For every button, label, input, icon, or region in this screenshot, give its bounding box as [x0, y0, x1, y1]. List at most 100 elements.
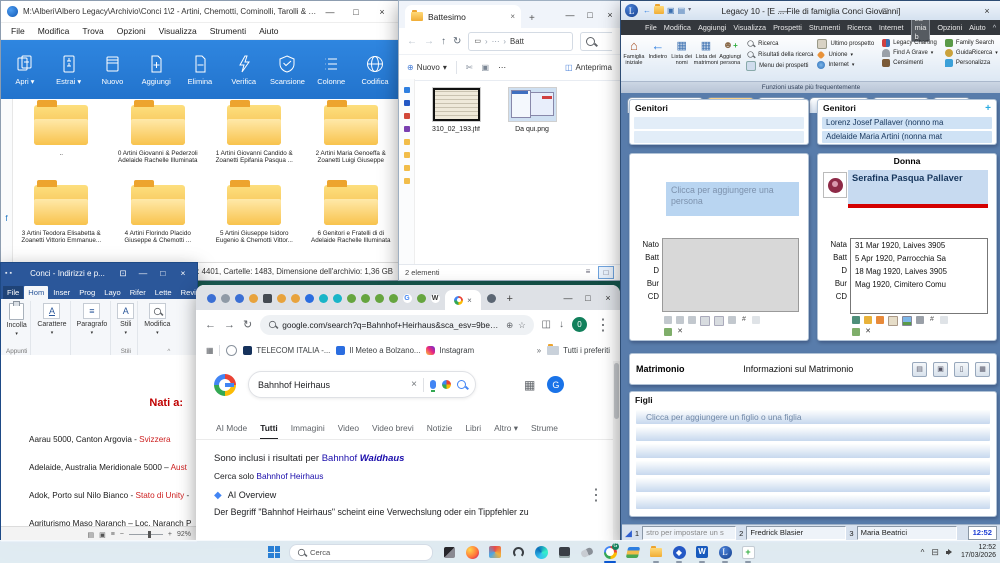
star-app-icon[interactable]: ◆ — [672, 545, 686, 559]
menu-ricerca[interactable]: Ricerca — [847, 23, 872, 32]
minimize-button[interactable]: — — [773, 1, 793, 20]
folder-item[interactable]: 0 Artini Giovanni & Pederzoli Adelaide R… — [112, 101, 205, 181]
folder-icon[interactable] — [404, 165, 410, 171]
side-panel-icon[interactable]: ◫ — [542, 319, 551, 330]
folder-item[interactable]: 4 Artini Florindo Placido Giuseppe & Che… — [112, 181, 205, 261]
search-icon[interactable] — [457, 380, 466, 389]
close-button[interactable]: × — [173, 263, 193, 283]
search-box[interactable] — [580, 32, 612, 51]
census-button[interactable]: Censimenti — [882, 59, 941, 67]
minimize-button[interactable]: — — [560, 1, 580, 28]
quick-access-dropdown-icon[interactable]: ▾ — [688, 6, 691, 15]
quick-access-toolbar[interactable]: ▪▪ — [5, 270, 14, 277]
file-item[interactable]: 310_02_193.jfif — [425, 87, 487, 265]
notes-icon[interactable] — [752, 316, 760, 324]
tab-mailings[interactable]: Lette — [151, 286, 176, 299]
refresh-icon[interactable]: ↻ — [453, 36, 461, 47]
taskbar-search[interactable]: Cerca — [289, 544, 433, 561]
green-plus-app-icon[interactable]: + — [741, 545, 755, 559]
pinned-tab[interactable] — [305, 294, 314, 303]
close-button[interactable]: × — [977, 1, 997, 20]
menu-file[interactable]: File — [645, 23, 657, 32]
included-results-link[interactable]: Bahnhof Waidhaus — [322, 453, 405, 464]
folder-icon[interactable] — [404, 139, 410, 145]
internet-button[interactable]: Internet ▾ — [817, 61, 878, 69]
maximize-button[interactable]: □ — [578, 285, 598, 310]
pinned-tab[interactable] — [375, 294, 384, 303]
pc-icon[interactable] — [404, 100, 410, 106]
list-view-button[interactable]: ≡ — [581, 266, 595, 277]
menu-modifica[interactable]: Modifica — [664, 23, 691, 32]
status-field-2[interactable]: Fredrick Blasier — [746, 526, 846, 540]
notes-icon[interactable] — [940, 316, 948, 324]
person-name[interactable]: Serafina Pasqua Pallaver — [848, 170, 988, 208]
close-button[interactable]: × — [598, 285, 618, 310]
child-slot[interactable] — [636, 478, 990, 492]
marriage-panel[interactable]: Matrimonio Informazioni sul Matrimonio ▤… — [629, 353, 997, 385]
more-options-icon[interactable]: ⋯ — [498, 63, 506, 72]
bookmark-icon[interactable]: ◢ — [625, 528, 632, 539]
more-options-icon[interactable]: ⋮ — [588, 485, 604, 505]
forward-icon[interactable]: → — [424, 36, 434, 47]
child-slot[interactable] — [636, 427, 990, 441]
close-button[interactable]: × — [600, 1, 620, 28]
chrome-icon[interactable]: G — [603, 545, 617, 559]
photos-app-icon[interactable] — [488, 545, 502, 559]
zoom-in-button[interactable]: + — [168, 531, 172, 538]
ribbon-options-icon[interactable]: ⊡ — [113, 263, 133, 283]
explorer-sidebar[interactable] — [399, 79, 415, 265]
apps-grid-icon[interactable]: ▦ — [206, 346, 213, 355]
archive-side-strip[interactable]: f — [1, 99, 13, 263]
pinned-tab[interactable] — [277, 294, 286, 303]
stack-app-icon[interactable] — [626, 545, 640, 559]
headphones-icon[interactable] — [511, 545, 525, 559]
last-report-button[interactable]: Ultimo prospetto — [817, 39, 878, 49]
maximize-button[interactable]: □ — [153, 263, 173, 283]
omnibox[interactable]: google.com/search?q=Bahnhof+Heirhaus&sca… — [260, 315, 533, 335]
alerts-icon[interactable] — [688, 316, 696, 324]
minimize-button[interactable]: — — [133, 263, 153, 283]
paste-button[interactable]: Incolla▾ — [7, 303, 27, 337]
report-menu-button[interactable]: Menu dei prospetti — [746, 61, 813, 71]
extract-button[interactable]: Estrai ▾ — [51, 40, 87, 100]
large-icons-view-button[interactable]: □ — [598, 266, 614, 279]
start-button[interactable] — [268, 546, 280, 558]
new-button[interactable]: ⊕Nuovo ▾ — [407, 63, 447, 72]
zoom-level[interactable]: 92% — [177, 531, 191, 538]
add-person-placeholder[interactable]: Clicca per aggiungere una persona — [666, 182, 799, 216]
bookmark-item[interactable]: Instagram — [426, 346, 474, 355]
preview-toggle[interactable]: ◫ Anteprima — [565, 63, 612, 72]
folder-item[interactable]: 5 Artini Giuseppe Isidoro Eugenio & Chem… — [208, 181, 301, 261]
test-button[interactable]: Verifica — [226, 40, 262, 100]
book-icon[interactable] — [700, 316, 710, 326]
tab-references[interactable]: Rifer — [126, 286, 150, 299]
tab-home[interactable]: Hom — [24, 286, 48, 299]
children-panel[interactable]: Figli Clicca per aggiungere un figlio o … — [629, 391, 997, 517]
search-button[interactable]: Ricerca — [746, 39, 813, 48]
maximize-button[interactable]: □ — [580, 1, 600, 28]
bookmark-item[interactable]: TELECOM ITALIA -... — [243, 346, 330, 355]
gtab-books[interactable]: Libri — [465, 423, 481, 440]
pinned-tab[interactable] — [361, 294, 370, 303]
back-icon[interactable]: ← — [643, 6, 651, 15]
apps-grid-icon[interactable]: ▦ — [524, 378, 535, 392]
book-icon[interactable] — [888, 316, 898, 326]
up-icon[interactable]: ↑ — [441, 36, 446, 47]
paragraph-button[interactable]: ≡ Paragrafo▾ — [77, 303, 108, 336]
globe-icon[interactable] — [226, 345, 237, 356]
taskbar-clock[interactable]: 12:52 17/03/2026 — [961, 544, 996, 560]
events-icon[interactable] — [864, 316, 872, 324]
add-parent-icon[interactable]: + — [985, 103, 991, 114]
person-avatar[interactable] — [823, 172, 847, 198]
person-icon[interactable] — [852, 328, 860, 336]
menu-aiuto[interactable]: Aiuto — [259, 26, 278, 36]
menu-file[interactable]: File — [11, 26, 25, 36]
pinned-tab-google[interactable]: G — [403, 294, 412, 303]
maximize-button[interactable]: □ — [875, 1, 895, 20]
cast-icon[interactable]: ⊟ — [931, 547, 939, 558]
tab-layout[interactable]: Layo — [100, 286, 124, 299]
columns-button[interactable]: Colonne — [313, 40, 349, 100]
parent-slot[interactable] — [634, 117, 804, 129]
onedrive-icon[interactable] — [404, 87, 410, 93]
gtab-shorts[interactable]: Video brevi — [372, 423, 414, 440]
